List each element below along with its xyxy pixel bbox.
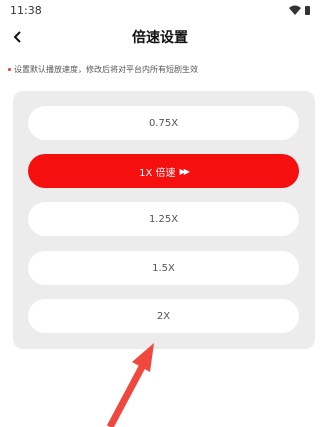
wifi-icon bbox=[289, 5, 301, 15]
speed-option-1.5x[interactable]: 1.5X bbox=[28, 251, 299, 285]
speed-option-1x[interactable]: 1X 倍速 ▶▶ bbox=[28, 154, 299, 188]
speed-option-0.75x[interactable]: 0.75X bbox=[28, 106, 299, 140]
play-speed-icon: ▶▶ bbox=[179, 166, 190, 176]
option-label: 1.25X bbox=[148, 213, 179, 225]
status-time: 11:38 bbox=[10, 3, 42, 17]
status-icons bbox=[289, 5, 310, 15]
option-label: 1X 倍速 bbox=[139, 167, 176, 179]
settings-hint: 设置默认播放速度，修改后将对平台内所有短剧生效 bbox=[8, 64, 198, 75]
speed-option-1.25x[interactable]: 1.25X bbox=[28, 202, 299, 236]
option-label: 1.5X bbox=[152, 262, 175, 274]
speed-options-panel: 0.75X 1X 倍速 ▶▶ 1.25X 1.5X 2X bbox=[13, 91, 315, 349]
back-button[interactable] bbox=[9, 28, 25, 46]
option-label: 2X bbox=[156, 310, 171, 322]
nav-header: 倍速设置 bbox=[0, 22, 320, 52]
chevron-left-icon bbox=[13, 31, 21, 43]
status-bar: 11:38 bbox=[0, 0, 320, 20]
hint-text: 设置默认播放速度，修改后将对平台内所有短剧生效 bbox=[14, 65, 198, 74]
battery-icon bbox=[305, 5, 310, 15]
speed-option-2x[interactable]: 2X bbox=[28, 299, 299, 333]
bullet-dot bbox=[8, 68, 11, 71]
page-title: 倍速设置 bbox=[132, 30, 188, 46]
option-label: 0.75X bbox=[148, 117, 179, 129]
